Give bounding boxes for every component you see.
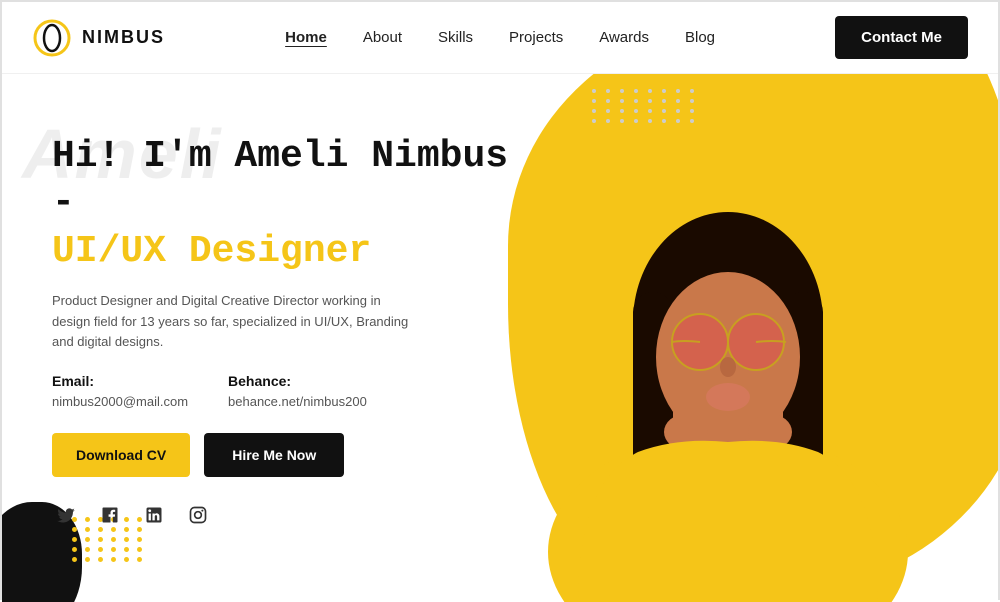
twitter-icon[interactable] <box>52 501 80 529</box>
logo: NIMBUS <box>32 18 165 58</box>
nav-item-skills[interactable]: Skills <box>438 29 473 47</box>
logo-icon <box>32 18 72 58</box>
nav-links: Home About Skills Projects Awards Blog <box>285 29 715 47</box>
nav-item-projects[interactable]: Projects <box>509 29 563 47</box>
nav-item-blog[interactable]: Blog <box>685 29 715 47</box>
email-value: nimbus2000@mail.com <box>52 394 188 409</box>
nav-item-home[interactable]: Home <box>285 29 327 47</box>
behance-label: Behance: <box>228 373 367 389</box>
logo-text: NIMBUS <box>82 27 165 48</box>
hire-me-button[interactable]: Hire Me Now <box>204 433 344 477</box>
contact-button[interactable]: Contact Me <box>835 16 968 59</box>
behance-value: behance.net/nimbus200 <box>228 394 367 409</box>
facebook-icon[interactable] <box>96 501 124 529</box>
hero-title: Hi! I'm Ameli Nimbus - <box>52 134 552 225</box>
email-info: Email: nimbus2000@mail.com <box>52 373 188 411</box>
nav-item-about[interactable]: About <box>363 29 402 47</box>
dot-grid-decoration <box>592 89 698 123</box>
contact-info: Email: nimbus2000@mail.com Behance: beha… <box>52 373 552 411</box>
email-label: Email: <box>52 373 188 389</box>
hero-person-image <box>518 92 938 602</box>
linkedin-icon[interactable] <box>140 501 168 529</box>
social-links <box>52 501 552 529</box>
hero-description: Product Designer and Digital Creative Di… <box>52 291 412 353</box>
navbar: NIMBUS Home About Skills Projects Awards… <box>2 2 998 74</box>
hero-subtitle: UI/UX Designer <box>52 229 552 275</box>
person-silhouette <box>518 92 938 602</box>
nav-item-awards[interactable]: Awards <box>599 29 649 47</box>
hero-content: Hi! I'm Ameli Nimbus - UI/UX Designer Pr… <box>52 134 552 529</box>
hero-section: Ameli <box>2 74 998 602</box>
hero-buttons: Download CV Hire Me Now <box>52 433 552 477</box>
instagram-icon[interactable] <box>184 501 212 529</box>
download-cv-button[interactable]: Download CV <box>52 433 190 477</box>
behance-info: Behance: behance.net/nimbus200 <box>228 373 367 411</box>
